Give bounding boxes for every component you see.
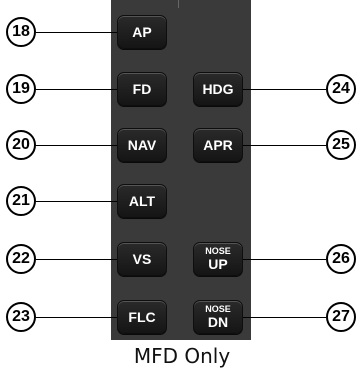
- nose-dn-bottom-label: DN: [207, 314, 229, 330]
- alt-button[interactable]: ALT: [117, 184, 167, 218]
- callout-23: 23: [6, 302, 36, 332]
- leader-line-22: [36, 259, 117, 260]
- callout-20: 20: [6, 130, 36, 160]
- leader-line-18: [36, 32, 117, 33]
- leader-line-19: [36, 89, 117, 90]
- hdg-button[interactable]: HDG: [193, 72, 243, 106]
- leader-line-23: [36, 317, 117, 318]
- flc-button[interactable]: FLC: [117, 300, 167, 334]
- nose-up-button[interactable]: NOSE UP: [193, 242, 243, 276]
- leader-line-20: [36, 145, 117, 146]
- leader-line-27: [243, 317, 326, 318]
- leader-line-25: [243, 145, 326, 146]
- leader-line-24: [243, 89, 326, 90]
- nose-up-top-label: NOSE: [205, 246, 231, 256]
- nose-up-bottom-label: UP: [208, 256, 228, 272]
- callout-26: 26: [326, 244, 356, 274]
- callout-19: 19: [6, 74, 36, 104]
- ap-button[interactable]: AP: [117, 15, 167, 49]
- vs-button[interactable]: VS: [117, 242, 167, 276]
- callout-27: 27: [326, 302, 356, 332]
- leader-line-26: [243, 259, 326, 260]
- nav-button[interactable]: NAV: [117, 128, 167, 162]
- callout-21: 21: [6, 186, 36, 216]
- leader-line-21: [36, 201, 117, 202]
- nose-dn-button[interactable]: NOSE DN: [193, 300, 243, 334]
- autopilot-panel: [111, 0, 251, 340]
- panel-tick-mark: [178, 0, 179, 8]
- apr-button[interactable]: APR: [193, 128, 243, 162]
- callout-18: 18: [6, 17, 36, 47]
- callout-25: 25: [326, 130, 356, 160]
- nose-dn-top-label: NOSE: [205, 304, 231, 314]
- fd-button[interactable]: FD: [117, 72, 167, 106]
- caption-mfd-only: MFD Only: [133, 344, 231, 368]
- callout-24: 24: [326, 74, 356, 104]
- callout-22: 22: [6, 244, 36, 274]
